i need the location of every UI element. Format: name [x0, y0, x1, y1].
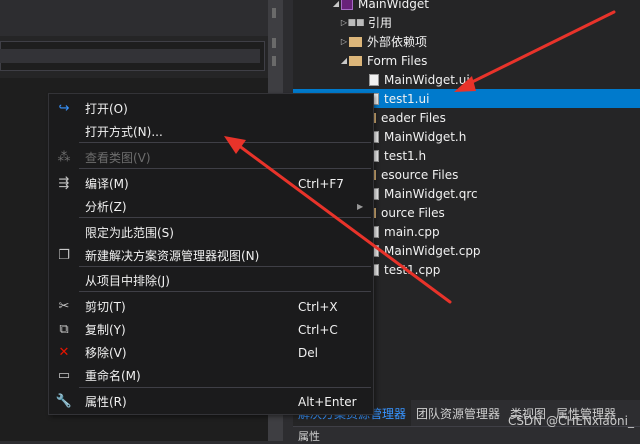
annotation-arrowhead	[454, 76, 476, 92]
annotation-arrow-to-open-with	[236, 143, 452, 304]
annotation-arrow-to-test1-ui	[466, 10, 616, 86]
annotation-arrows	[224, 10, 616, 304]
annotation-arrowhead	[224, 136, 246, 154]
